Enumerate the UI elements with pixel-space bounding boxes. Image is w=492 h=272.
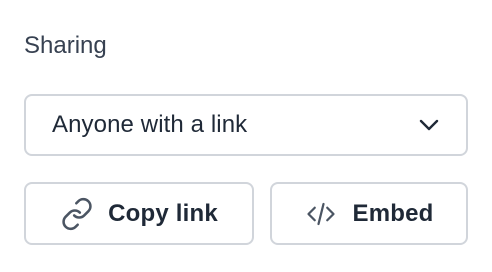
- code-icon: [304, 197, 338, 231]
- link-icon: [60, 197, 94, 231]
- sharing-label: Sharing: [24, 32, 107, 59]
- copy-link-label: Copy link: [108, 199, 218, 227]
- sharing-access-value: Anyone with a link: [52, 111, 248, 138]
- sharing-access-select[interactable]: Anyone with a link: [24, 94, 468, 156]
- sharing-panel: Sharing Anyone with a link Copy link Emb…: [0, 0, 492, 272]
- copy-link-button[interactable]: Copy link: [24, 182, 254, 245]
- embed-label: Embed: [352, 199, 434, 227]
- embed-button[interactable]: Embed: [270, 182, 468, 245]
- chevron-down-icon: [418, 114, 440, 136]
